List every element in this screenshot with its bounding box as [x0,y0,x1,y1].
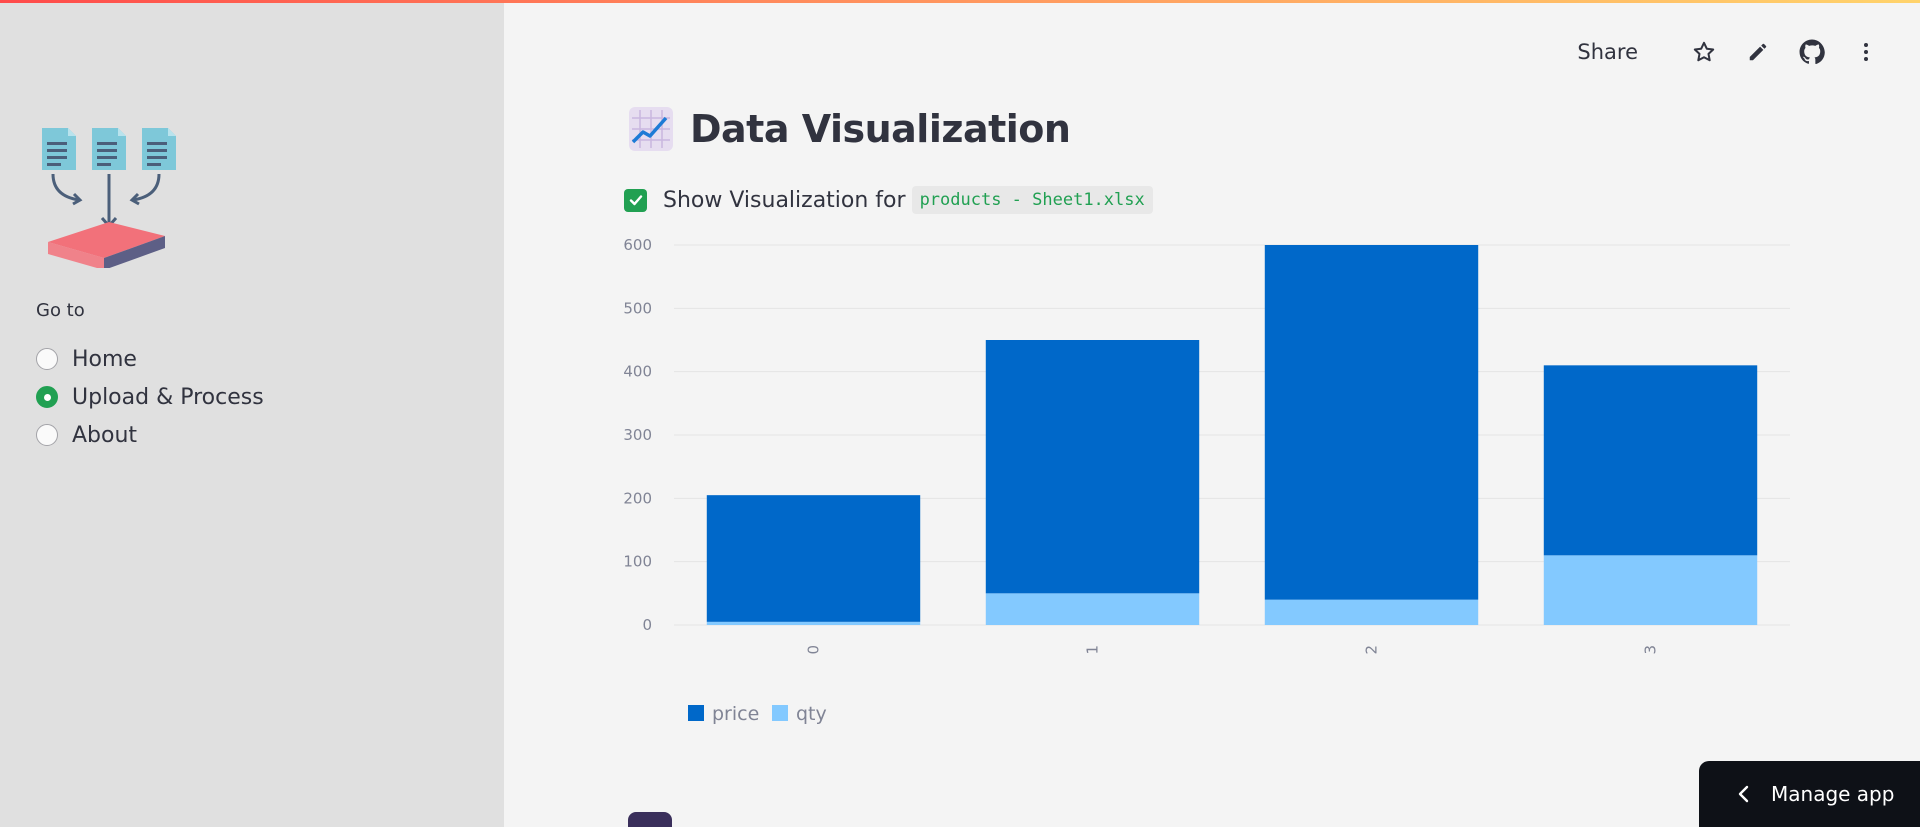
y-tick-label: 600 [623,236,652,254]
documents-merge-icon [42,128,176,268]
chart-increasing-icon [629,107,673,151]
bar-price [1543,365,1758,556]
pencil-icon[interactable] [1744,38,1772,66]
radio-button[interactable] [36,424,58,446]
next-section-header [628,812,688,827]
nav-option-label: About [72,422,138,448]
sidebar: Go to Home Upload & Process About [0,0,504,827]
bar-qty [1264,599,1479,625]
x-tick-label: 0 [805,645,823,655]
nav-option-label: Home [72,346,137,372]
manage-app-label: Manage app [1771,782,1895,806]
bar-qty [1543,555,1758,625]
share-button[interactable]: Share [1577,40,1638,64]
y-tick-label: 200 [623,489,652,507]
x-tick-label: 2 [1363,645,1381,655]
x-tick-label: 1 [1084,645,1102,655]
app-toolbar: Share [1577,38,1880,66]
bar-qty [985,593,1200,625]
bar-price [706,495,921,622]
legend-swatch-price [688,705,704,721]
y-tick-label: 300 [623,426,652,444]
nav-option-about[interactable]: About [36,416,264,454]
y-tick-label: 0 [642,616,652,634]
radio-button[interactable] [36,348,58,370]
nav-heading: Go to [36,300,85,321]
nav-option-label: Upload & Process [72,384,264,410]
checkbox-label: Show Visualization for [663,187,906,213]
file-name-code: products - Sheet1.xlsx [911,186,1153,214]
show-visualization-toggle[interactable]: Show Visualization for products - Sheet1… [624,186,1153,214]
stacked-bar-chart: 0 100 200 300 400 500 600 0 1 2 3 price qty [623,236,1790,725]
page-header: Data Visualization [628,106,1071,152]
github-icon[interactable] [1798,38,1826,66]
y-tick-label: 100 [623,553,652,571]
x-tick-label: 3 [1642,645,1660,655]
bar-qty [706,621,921,625]
radio-button-selected[interactable] [36,386,58,408]
y-tick-label: 400 [623,363,652,381]
nav-radio-group: Home Upload & Process About [36,340,264,454]
y-tick-label: 500 [623,299,652,317]
star-icon[interactable] [1690,38,1718,66]
chevron-left-icon [1737,785,1751,803]
legend-label: qty [796,703,827,725]
checkbox-checked[interactable] [624,188,647,212]
top-accent-bar [0,0,1920,3]
page-title: Data Visualization [690,107,1071,151]
bar-price [1264,245,1479,600]
manage-app-button[interactable]: Manage app [1699,761,1920,827]
legend-label: price [712,703,759,725]
nav-option-home[interactable]: Home [36,340,264,378]
more-vertical-icon[interactable] [1852,38,1880,66]
legend-swatch-qty [772,705,788,721]
bar-price [985,340,1200,594]
nav-option-upload-process[interactable]: Upload & Process [36,378,264,416]
file-cabinet-icon [628,812,672,827]
